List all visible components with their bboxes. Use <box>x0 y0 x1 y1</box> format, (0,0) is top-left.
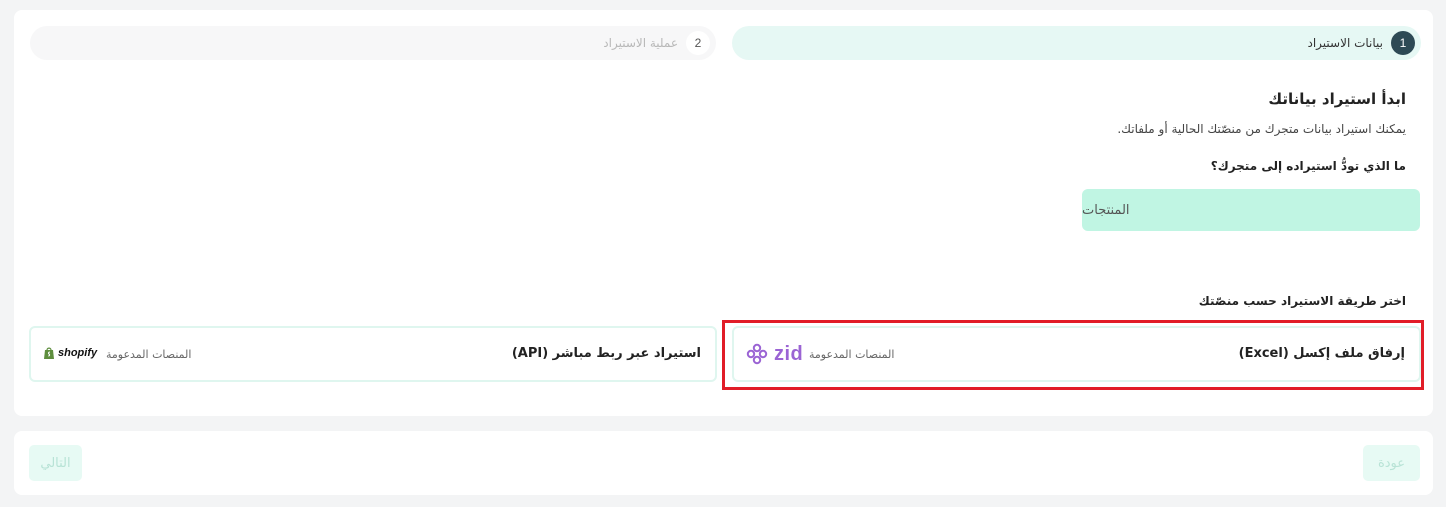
footer-bar: عودة التالي <box>14 431 1433 495</box>
shopify-bag-icon <box>44 347 54 359</box>
shopify-logo-text: shopify <box>58 347 98 359</box>
step-number-badge: 2 <box>686 31 710 55</box>
page-subtitle: يمكنك استيراد بيانات متجرك من منصّتك الح… <box>1117 122 1406 136</box>
api-import-card[interactable]: استيراد عبر ربط مباشر (API) المنصات المد… <box>29 326 717 382</box>
step-label: عملية الاستيراد <box>603 36 678 50</box>
api-import-title: استيراد عبر ربط مباشر (API) <box>511 346 701 361</box>
highlight-box <box>722 320 1424 390</box>
step-label: بيانات الاستيراد <box>1307 36 1384 50</box>
back-button[interactable]: عودة <box>1363 445 1420 481</box>
import-method-title: اختر طريقة الاستيراد حسب منصّتك <box>1198 294 1406 308</box>
step-number-badge: 1 <box>1391 31 1415 55</box>
next-button[interactable]: التالي <box>29 445 82 481</box>
products-option-button[interactable]: المنتجات <box>1082 189 1420 231</box>
supported-platforms-label: المنصات المدعومة <box>106 348 192 361</box>
shopify-logo: shopify <box>43 346 97 360</box>
step-import-process[interactable]: 2 عملية الاستيراد <box>30 26 716 60</box>
import-type-question: ما الذي تودُّ استيراده إلى متجرك؟ <box>1210 159 1406 173</box>
page-title: ابدأ استيراد بياناتك <box>1268 90 1406 108</box>
step-import-data[interactable]: 1 بيانات الاستيراد <box>732 26 1421 60</box>
